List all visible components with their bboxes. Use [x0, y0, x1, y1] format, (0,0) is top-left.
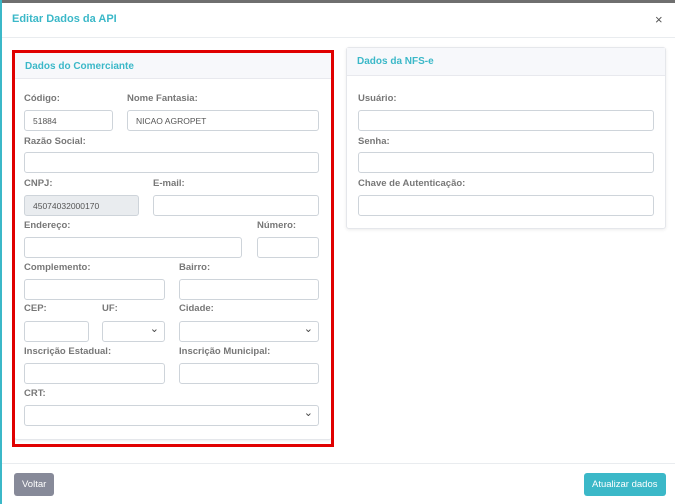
endereco-label: Endereço: [24, 220, 71, 231]
codigo-input[interactable]: 51884 [24, 110, 113, 131]
usuario-input[interactable] [358, 110, 654, 131]
nfse-card-title: Dados da NFS-e [347, 48, 665, 76]
inscricao-estadual-label: Inscrição Estadual: [24, 346, 112, 357]
cidade-select[interactable] [179, 321, 319, 342]
endereco-input[interactable] [24, 237, 242, 258]
complemento-input[interactable] [24, 279, 165, 300]
nome-fantasia-label: Nome Fantasia: [127, 93, 198, 104]
chave-label: Chave de Autenticação: [358, 178, 466, 189]
top-bar [0, 0, 675, 3]
close-icon[interactable]: × [655, 12, 663, 27]
cep-input[interactable] [24, 321, 89, 342]
email-input[interactable] [153, 195, 319, 216]
inscricao-estadual-input[interactable] [24, 363, 165, 384]
nome-fantasia-input[interactable]: NICAO AGROPET [127, 110, 319, 131]
senha-input[interactable] [358, 152, 654, 173]
razao-social-label: Razão Social: [24, 136, 86, 147]
bairro-label: Bairro: [179, 262, 211, 273]
inscricao-municipal-label: Inscrição Municipal: [179, 346, 271, 357]
left-accent [0, 0, 2, 504]
footer-divider [2, 463, 675, 464]
uf-label: UF: [102, 303, 118, 314]
back-button[interactable]: Voltar [14, 473, 55, 496]
update-button[interactable]: Atualizar dados [584, 473, 666, 496]
modal-title: Editar Dados da API [12, 13, 117, 25]
usuario-label: Usuário: [358, 93, 397, 104]
cnpj-input[interactable]: 45074032000170 [24, 195, 139, 216]
chave-input[interactable] [358, 195, 654, 216]
senha-label: Senha: [358, 136, 390, 147]
email-label: E-mail: [153, 178, 185, 189]
bairro-input[interactable] [179, 279, 319, 300]
razao-social-input[interactable] [24, 152, 319, 173]
complemento-label: Complemento: [24, 262, 91, 273]
cidade-label: Cidade: [179, 303, 214, 314]
cnpj-label: CNPJ: [24, 178, 53, 189]
numero-label: Número: [257, 220, 297, 231]
crt-select[interactable] [24, 405, 319, 426]
numero-input[interactable] [257, 237, 319, 258]
codigo-label: Código: [24, 93, 60, 104]
crt-label: CRT: [24, 388, 46, 399]
uf-select[interactable] [102, 321, 165, 342]
inscricao-municipal-input[interactable] [179, 363, 319, 384]
cep-label: CEP: [24, 303, 47, 314]
header-divider [2, 37, 675, 38]
